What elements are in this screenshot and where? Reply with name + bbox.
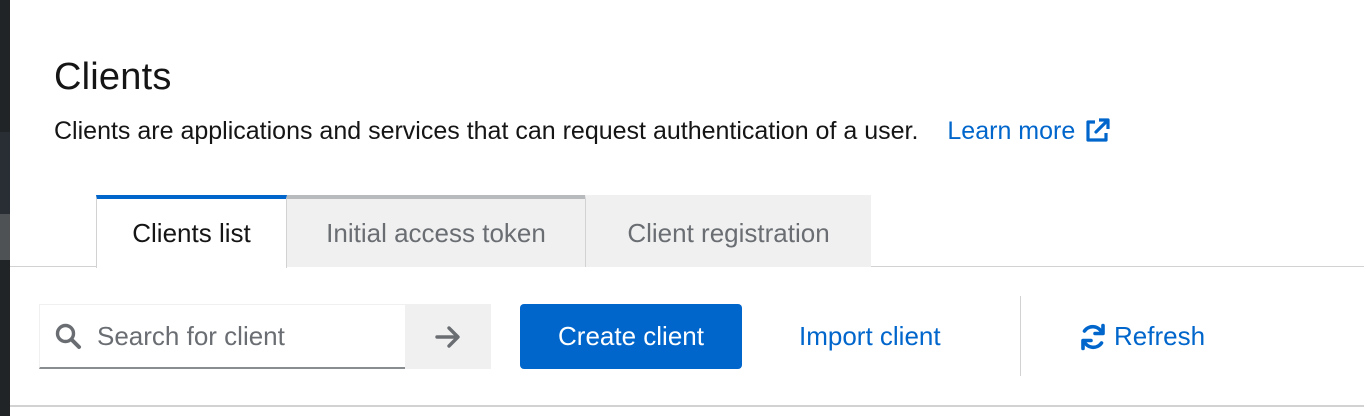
tab-label: Initial access token — [326, 217, 546, 248]
page-description: Clients are applications and services th… — [54, 116, 919, 145]
search-icon — [54, 322, 82, 350]
sidebar-edge-segment-active — [0, 214, 10, 260]
search-input[interactable] — [97, 320, 387, 352]
search-group — [39, 304, 491, 369]
tab-clients-list[interactable]: Clients list — [96, 195, 287, 268]
tab-bar: Clients list Initial access token Client… — [96, 195, 871, 268]
clients-page: Clients Clients are applications and ser… — [0, 0, 1364, 416]
toolbar-divider — [1020, 296, 1021, 376]
external-link-icon — [1083, 117, 1111, 145]
create-client-button[interactable]: Create client — [520, 304, 742, 369]
search-field — [39, 304, 405, 369]
arrow-right-icon — [434, 323, 462, 351]
refresh-icon — [1078, 322, 1108, 352]
learn-more-link[interactable]: Learn more — [947, 117, 1111, 146]
refresh-label: Refresh — [1114, 321, 1206, 351]
refresh-button[interactable]: Refresh — [1078, 304, 1205, 369]
import-client-button[interactable]: Import client — [799, 304, 941, 369]
page-title: Clients — [54, 56, 172, 98]
table-top-border — [10, 405, 1364, 407]
tab-label: Clients list — [132, 218, 251, 248]
tab-label: Client registration — [627, 217, 830, 248]
learn-more-label: Learn more — [947, 116, 1076, 145]
search-submit-button[interactable] — [405, 304, 491, 369]
sidebar-edge-segment — [0, 132, 10, 214]
page-description-row: Clients are applications and services th… — [54, 115, 1111, 147]
tab-initial-access-token[interactable]: Initial access token — [287, 195, 585, 267]
tab-client-registration[interactable]: Client registration — [585, 195, 871, 267]
app-sidebar-edge — [0, 0, 10, 416]
